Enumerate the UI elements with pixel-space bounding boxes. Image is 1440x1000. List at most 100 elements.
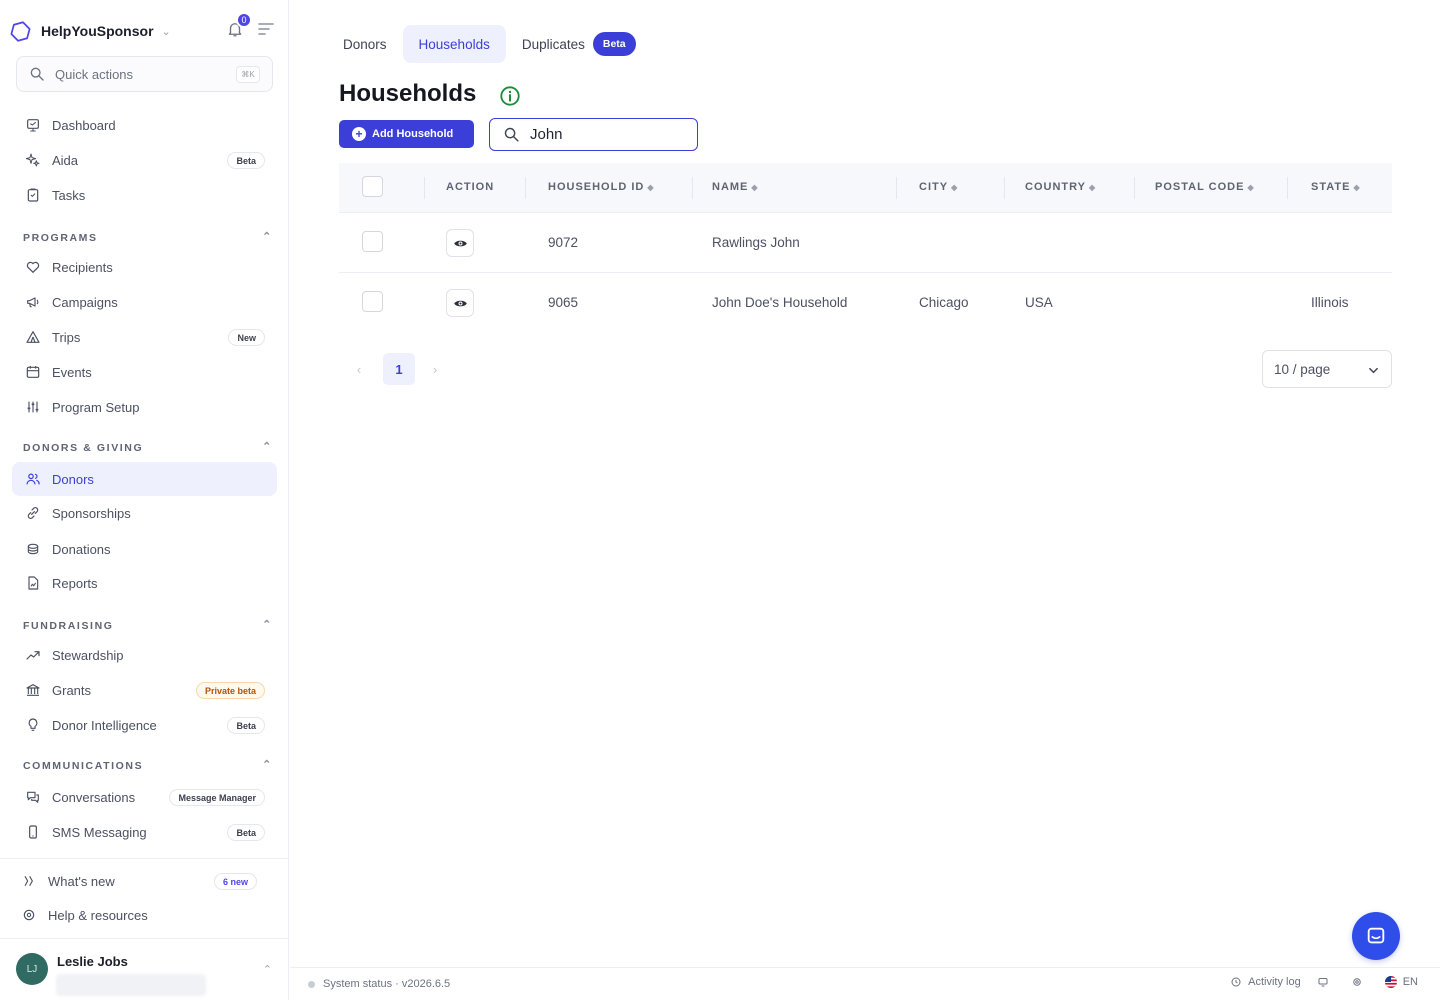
sort-icon: ◆	[647, 183, 655, 192]
sidebar-item-aida[interactable]: Aida Beta	[12, 143, 277, 177]
shortcut-hint: ⌘K	[236, 66, 260, 83]
page-size-select[interactable]: 10 / page	[1262, 350, 1392, 388]
section-title: PROGRAMS	[23, 232, 98, 244]
sidebar-item-dashboard[interactable]: Dashboard	[12, 108, 277, 142]
section-fundraising[interactable]: FUNDRAISING ⌃	[23, 619, 273, 632]
household-search	[489, 118, 698, 151]
column-divider	[1287, 177, 1288, 199]
info-icon[interactable]	[499, 85, 521, 107]
row-checkbox[interactable]	[362, 291, 383, 312]
sidebar-item-events[interactable]: Events	[12, 355, 277, 389]
avatar: LJ	[16, 953, 48, 985]
divider	[0, 938, 289, 939]
help-circle-icon	[20, 907, 37, 924]
tab-duplicates[interactable]: Duplicates Beta	[506, 25, 652, 63]
add-household-button[interactable]: + Add Household	[339, 120, 474, 148]
settings-button[interactable]	[1351, 976, 1369, 988]
collapse-sidebar-icon[interactable]	[258, 22, 274, 36]
clipboard-icon	[24, 187, 41, 204]
support-chat-button[interactable]	[1352, 912, 1400, 960]
sidebar-item-grants[interactable]: Grants Private beta	[12, 673, 277, 707]
section-communications[interactable]: COMMUNICATIONS ⌃	[23, 759, 273, 772]
sidebar: HelpYouSponsor ⌄ 0 Quick actions ⌘K Dash…	[0, 0, 289, 1000]
sidebar-item-label: SMS Messaging	[52, 824, 147, 840]
pagination: ‹ 1 ›	[352, 353, 442, 385]
chevron-up-icon: ⌃	[262, 441, 273, 453]
sidebar-item-sponsorships[interactable]: Sponsorships	[12, 496, 277, 530]
sidebar-item-whats-new[interactable]: What's new 6 new	[8, 864, 273, 898]
sidebar-item-reports[interactable]: Reports	[12, 566, 277, 600]
link-icon	[24, 505, 41, 522]
column-city[interactable]: CITY ◆	[919, 181, 958, 193]
user-menu[interactable]: LJ Leslie Jobs ⌃	[16, 953, 276, 996]
sidebar-item-label: Stewardship	[52, 647, 124, 663]
activity-log-link[interactable]: Activity log	[1230, 976, 1301, 988]
feedback-button[interactable]	[1317, 976, 1335, 988]
sidebar-item-program-setup[interactable]: Program Setup	[12, 390, 277, 424]
prev-page-icon[interactable]: ‹	[352, 362, 366, 377]
sidebar-item-donations[interactable]: Donations	[12, 532, 277, 566]
column-divider	[692, 177, 693, 199]
beta-badge: Beta	[592, 32, 636, 56]
brand-logo-icon	[10, 20, 31, 42]
sidebar-item-label: What's new	[48, 873, 115, 889]
view-household-button[interactable]	[446, 289, 474, 317]
row-checkbox[interactable]	[362, 231, 383, 252]
megaphone-icon	[24, 294, 41, 311]
sidebar-item-stewardship[interactable]: Stewardship	[12, 638, 277, 672]
section-donors-giving[interactable]: DONORS & GIVING ⌃	[23, 441, 273, 454]
private-beta-badge: Private beta	[195, 682, 265, 699]
chevron-up-icon: ⌃	[262, 759, 273, 771]
language-switcher[interactable]: EN	[1384, 976, 1418, 988]
org-switcher[interactable]: HelpYouSponsor ⌄	[9, 18, 171, 44]
report-icon	[24, 575, 41, 592]
sidebar-item-help[interactable]: Help & resources	[8, 898, 273, 932]
sidebar-item-donor-intelligence[interactable]: Donor Intelligence Beta	[12, 708, 277, 742]
sidebar-item-trips[interactable]: Trips New	[12, 320, 277, 354]
page-number[interactable]: 1	[383, 353, 415, 385]
view-household-button[interactable]	[446, 229, 474, 257]
sparkle-icon	[20, 873, 37, 890]
dashboard-icon	[24, 117, 41, 134]
column-divider	[1004, 177, 1005, 199]
language-code: EN	[1402, 976, 1418, 988]
column-country[interactable]: COUNTRY ◆	[1025, 181, 1096, 193]
tab-households[interactable]: Households	[402, 25, 506, 63]
sidebar-item-campaigns[interactable]: Campaigns	[12, 285, 277, 319]
tab-donors[interactable]: Donors	[327, 25, 403, 63]
sidebar-item-label: Donations	[52, 541, 111, 557]
column-state[interactable]: STATE ◆	[1311, 181, 1361, 193]
page-size-value: 10 / page	[1274, 361, 1331, 377]
chevron-up-icon: ⌃	[262, 964, 272, 976]
sidebar-item-sms-messaging[interactable]: SMS Messaging Beta	[12, 815, 277, 849]
next-page-icon[interactable]: ›	[428, 362, 442, 377]
quick-actions-search[interactable]: Quick actions ⌘K	[16, 56, 273, 92]
search-input[interactable]	[530, 126, 690, 143]
section-programs[interactable]: PROGRAMS ⌃	[23, 231, 273, 244]
system-status[interactable]: System status · v2026.6.5	[323, 978, 450, 990]
sidebar-item-tasks[interactable]: Tasks	[12, 178, 277, 212]
column-label: HOUSEHOLD ID	[548, 181, 645, 193]
sparkle-icon	[24, 152, 41, 169]
column-postal-code[interactable]: POSTAL CODE ◆	[1155, 181, 1255, 193]
sidebar-item-recipients[interactable]: Recipients	[12, 250, 277, 284]
tab-bar: Donors Households Duplicates Beta	[327, 25, 652, 63]
sidebar-item-conversations[interactable]: Conversations Message Manager	[12, 780, 277, 814]
beta-badge: Beta	[227, 152, 265, 169]
sidebar-item-donors[interactable]: Donors	[12, 462, 277, 496]
table-row: 9072 Rawlings John	[339, 213, 1392, 273]
sidebar-item-label: Program Setup	[52, 399, 140, 415]
column-name[interactable]: NAME ◆	[712, 181, 759, 193]
calendar-icon	[24, 364, 41, 381]
clock-icon	[1231, 977, 1241, 987]
sidebar-item-label: Tasks	[52, 187, 86, 203]
cell-city: Chicago	[919, 295, 969, 310]
table-header: ACTION HOUSEHOLD ID ◆ NAME ◆ CITY ◆ COUNTRY…	[339, 163, 1392, 213]
select-all-checkbox[interactable]	[362, 176, 383, 197]
section-title: FUNDRAISING	[23, 620, 114, 632]
sidebar-item-label: Aida	[52, 152, 79, 168]
tent-icon	[24, 329, 41, 346]
cell-household-id: 9065	[548, 295, 579, 310]
section-title: COMMUNICATIONS	[23, 760, 144, 772]
column-household-id[interactable]: HOUSEHOLD ID ◆	[548, 181, 655, 193]
